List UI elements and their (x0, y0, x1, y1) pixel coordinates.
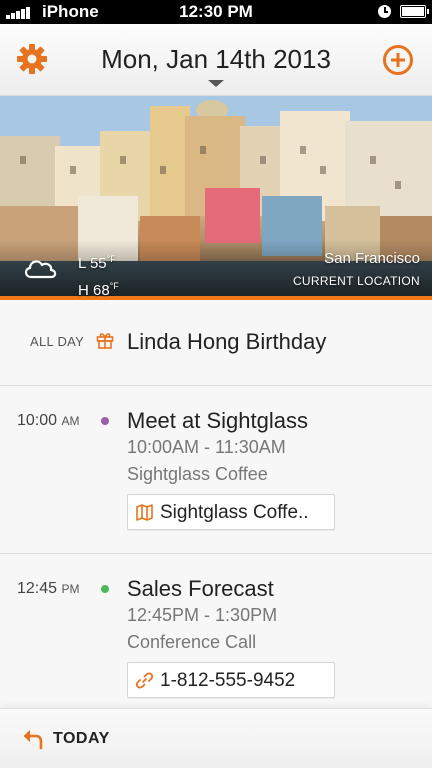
all-day-event[interactable]: ALL DAY Linda Hong Birthday (0, 300, 432, 386)
alarm-clock-icon (378, 5, 391, 18)
chevron-down-icon[interactable] (208, 80, 224, 87)
city-name: San Francisco (324, 250, 420, 267)
event-time-range: 12:45PM - 1:30PM (127, 605, 278, 625)
event-time-range: 10:00AM - 11:30AM (127, 437, 286, 457)
map-icon (136, 504, 153, 521)
status-bar: iPhone 12:30 PM (0, 0, 432, 24)
location-label: CURRENT LOCATION (292, 274, 420, 288)
map-location-button[interactable]: Sightglass Coffe.. (127, 494, 335, 530)
event-title: Linda Hong Birthday (127, 329, 327, 354)
low-temp: L 55°F (78, 254, 116, 272)
event-location: Sightglass Coffee (127, 464, 268, 484)
chip-label: 1-812-555-9452 (160, 670, 296, 691)
cloud-icon (24, 260, 57, 279)
bottom-bar: TODAY (0, 708, 432, 768)
location-block[interactable]: San Francisco CURRENT LOCATION (293, 248, 420, 292)
event-item[interactable]: 10:00 AM Meet at Sightglass 10:00AM - 11… (0, 386, 432, 554)
date-title[interactable]: Mon, Jan 14th 2013 (0, 44, 432, 75)
link-icon (136, 672, 153, 689)
battery-icon (400, 5, 429, 18)
all-day-label: ALL DAY (30, 334, 85, 349)
undo-arrow-icon[interactable] (22, 728, 44, 750)
header: Mon, Jan 14th 2013 (0, 24, 432, 96)
calendar-dot-icon (101, 585, 109, 593)
calendar-dot-icon (101, 417, 109, 425)
gift-icon (96, 333, 114, 349)
event-time: 10:00 AM (17, 412, 80, 429)
event-item[interactable]: 12:45 PM Sales Forecast 12:45PM - 1:30PM… (0, 554, 432, 724)
temperature-range: L 55°F H 68°F (78, 248, 119, 302)
event-title: Sales Forecast (127, 576, 274, 601)
add-event-button[interactable] (382, 44, 414, 76)
today-button[interactable]: TODAY (53, 730, 110, 748)
high-temp: H 68°F (78, 281, 119, 299)
chip-label: Sightglass Coffe.. (160, 502, 309, 523)
event-time: 12:45 PM (17, 580, 80, 597)
event-title: Meet at Sightglass (127, 408, 308, 433)
status-time: 12:30 PM (179, 2, 253, 21)
event-location: Conference Call (127, 632, 257, 652)
phone-link-button[interactable]: 1-812-555-9452 (127, 662, 335, 698)
